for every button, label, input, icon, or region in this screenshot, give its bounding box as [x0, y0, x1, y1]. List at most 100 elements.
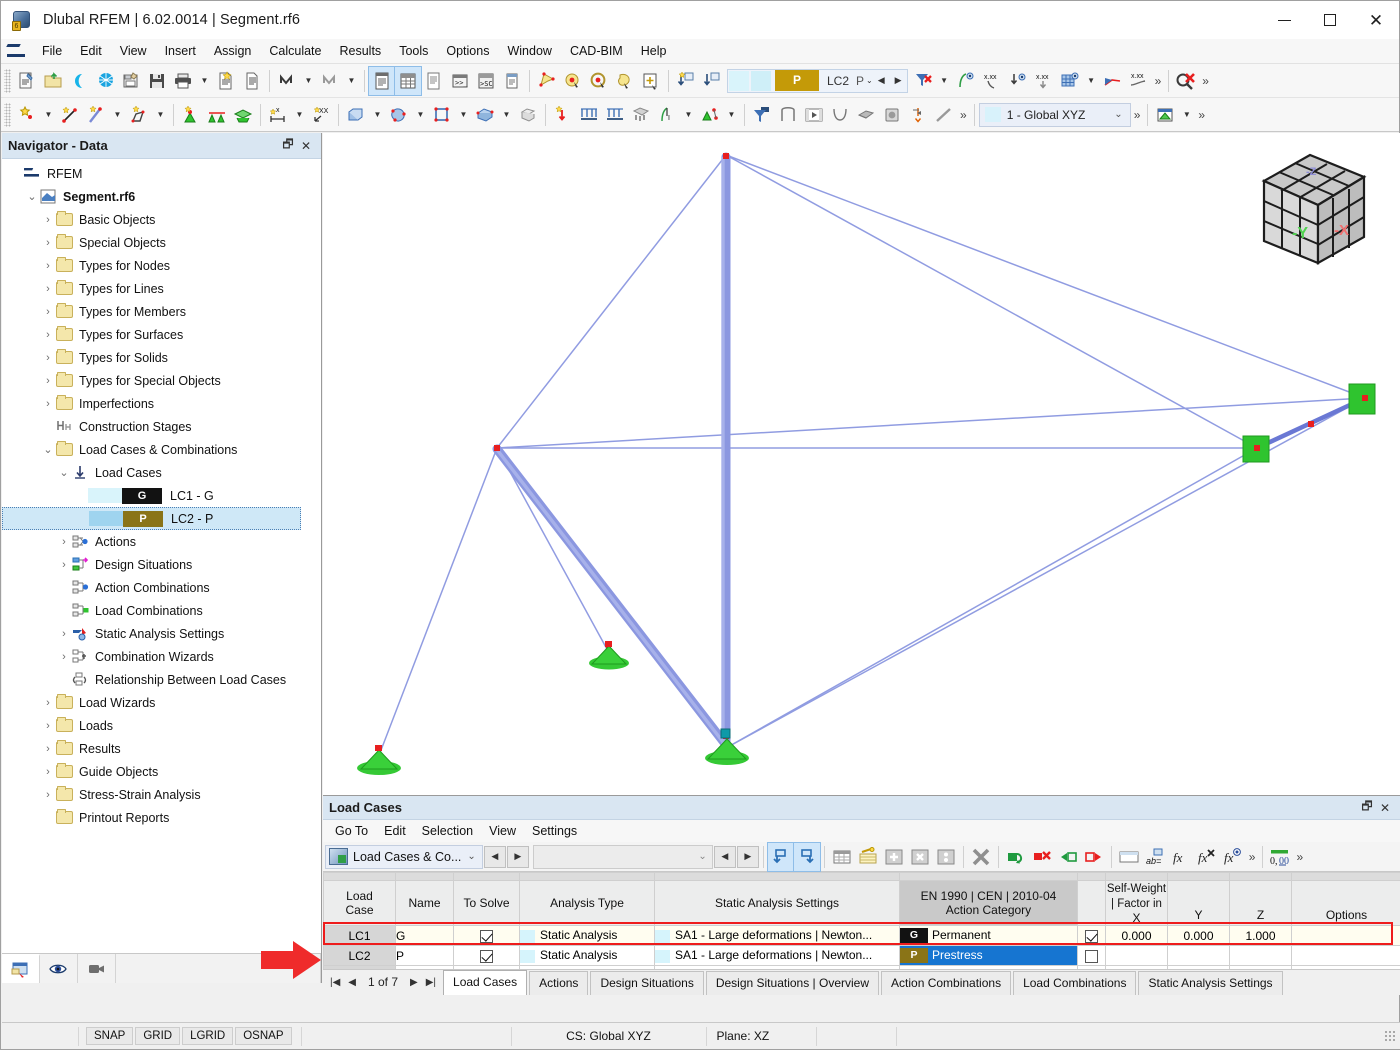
tab-views-navigator[interactable]: [78, 954, 116, 983]
select-plus-icon[interactable]: [638, 67, 664, 95]
tree-item-action-combinations[interactable]: Action Combinations: [2, 576, 321, 599]
new-surface-support-icon[interactable]: [230, 101, 256, 129]
decimal-places-icon[interactable]: 0, 00: [1267, 843, 1293, 871]
new-line-support-icon[interactable]: [204, 101, 230, 129]
toggle-osnap[interactable]: OSNAP: [235, 1027, 292, 1045]
tab-actions[interactable]: Actions: [529, 971, 589, 995]
table-rename-icon[interactable]: ab=: [1142, 843, 1168, 871]
tree-item-types-for-lines[interactable]: › Types for Lines: [2, 277, 321, 300]
new-nodal-support-icon[interactable]: [178, 101, 204, 129]
cell-self-weight-active[interactable]: [1077, 925, 1106, 946]
tab-static-analysis-settings[interactable]: Static Analysis Settings: [1138, 971, 1283, 995]
dimension-icon[interactable]: x: [265, 101, 291, 129]
new-report-icon[interactable]: [213, 67, 239, 95]
tree-item-load-combinations[interactable]: Load Combinations: [2, 599, 321, 622]
chevron-right-icon[interactable]: ›: [40, 237, 56, 249]
menu-go-to[interactable]: Go To: [327, 822, 376, 840]
tree-item-types-for-surfaces[interactable]: › Types for Surfaces: [2, 323, 321, 346]
work-plane-caret[interactable]: ▼: [1178, 101, 1195, 129]
tab-data-navigator[interactable]: [2, 954, 40, 983]
cell-static-analysis-settings[interactable]: SA1 - Large deformations | Newton...: [654, 925, 900, 946]
toolbar-grip-2[interactable]: [4, 102, 11, 127]
tree-item-load-cases-combinations[interactable]: ⌄ Load Cases & Combinations: [2, 438, 321, 461]
table-category-combo[interactable]: Load Cases & Co... ⌄: [325, 844, 483, 869]
table-move-right-icon[interactable]: [1081, 843, 1107, 871]
new-solid-icon[interactable]: [386, 101, 412, 129]
tab-design-situations[interactable]: Design Situations: [590, 971, 704, 995]
col-header-analysis-type[interactable]: Analysis Type: [519, 880, 655, 926]
chevron-down-icon[interactable]: ⌄: [866, 76, 873, 85]
chevron-right-icon[interactable]: ›: [40, 329, 56, 341]
cell-self-weight-active[interactable]: [1077, 945, 1106, 966]
table-view-grid-icon[interactable]: [829, 843, 855, 871]
formula-show-icon[interactable]: fx: [1220, 843, 1246, 871]
tree-item-types-for-solids[interactable]: › Types for Solids: [2, 346, 321, 369]
chevron-down-icon[interactable]: ⌄: [698, 851, 711, 862]
print-dropdown-caret[interactable]: ▼: [196, 67, 213, 95]
filter-clear-icon[interactable]: [910, 67, 936, 95]
chevron-right-icon[interactable]: ›: [40, 352, 56, 364]
cell-empty[interactable]: [899, 965, 1078, 969]
minimize-button[interactable]: [1261, 1, 1307, 39]
clipping-box-icon[interactable]: [775, 101, 801, 129]
new-model-icon[interactable]: [14, 67, 40, 95]
to-solve-checkbox[interactable]: [480, 929, 493, 943]
dlubal-center-icon[interactable]: [66, 67, 92, 95]
cell-sw-y[interactable]: [1167, 945, 1230, 966]
filmstrip-icon[interactable]: [801, 101, 827, 129]
new-member-load-icon[interactable]: [602, 101, 628, 129]
chevron-right-icon[interactable]: ›: [40, 789, 56, 801]
navigator-panel-icon[interactable]: [368, 65, 396, 96]
navigation-cube[interactable]: -Y -X -Z: [1248, 145, 1378, 281]
lc-next-button[interactable]: ▶: [890, 75, 907, 86]
table-category-prev-button[interactable]: ◀: [483, 845, 506, 868]
tree-item-types-for-members[interactable]: › Types for Members: [2, 300, 321, 323]
cell-empty[interactable]: [1105, 965, 1168, 969]
chevron-right-icon[interactable]: ›: [56, 651, 72, 663]
tree-item-load-wizards[interactable]: › Load Wizards: [2, 691, 321, 714]
select-special-icon[interactable]: [586, 67, 612, 95]
table-refresh-green-icon[interactable]: [1003, 843, 1029, 871]
cell-empty[interactable]: [1077, 965, 1106, 969]
cell-empty[interactable]: [1291, 965, 1400, 969]
close-icon[interactable]: ✕: [1376, 801, 1394, 815]
new-solid-caret[interactable]: ▼: [412, 101, 429, 129]
coordinate-system-combo[interactable]: 1 - Global XYZ ⌄: [978, 102, 1131, 127]
next-page-button[interactable]: ▶: [406, 977, 422, 988]
tab-load-cases[interactable]: Load Cases: [443, 970, 528, 995]
table-list-icon[interactable]: [421, 67, 447, 95]
open-folder-icon[interactable]: [40, 67, 66, 95]
cell-static-analysis-settings[interactable]: SA1 - Large deformations | Newton...: [654, 945, 900, 966]
table-toolbar-overflow-chevron-2[interactable]: »: [1293, 850, 1306, 864]
tree-item-actions[interactable]: › Actions: [2, 530, 321, 553]
new-member-caret[interactable]: ▼: [109, 101, 126, 129]
table-subcategory-combo[interactable]: ⌄: [532, 844, 713, 869]
prev-page-button[interactable]: ◀: [344, 977, 360, 988]
new-polyline-icon[interactable]: [126, 101, 152, 129]
new-support-set-icon[interactable]: [697, 101, 723, 129]
col-header-load-case[interactable]: Load Case: [323, 880, 396, 926]
tree-item-imperfections[interactable]: › Imperfections: [2, 392, 321, 415]
table-category-next-button[interactable]: ▶: [506, 845, 529, 868]
menu-file[interactable]: File: [33, 41, 71, 61]
new-surface-set-caret[interactable]: ▼: [498, 101, 515, 129]
formula-delete-icon[interactable]: fx: [1194, 843, 1220, 871]
cell-name[interactable]: P: [395, 945, 454, 966]
filter-caret[interactable]: ▼: [936, 67, 953, 95]
imperfection-caret[interactable]: ▼: [680, 101, 697, 129]
menu-results[interactable]: Results: [331, 41, 391, 61]
cell-to-solve[interactable]: [453, 945, 520, 966]
cs-overflow-chevron[interactable]: »: [1131, 108, 1144, 122]
table-blank-row-icon[interactable]: [1116, 843, 1142, 871]
tab-design-situations-overview[interactable]: Design Situations | Overview: [705, 971, 880, 995]
col-header-sw-x[interactable]: Self-Weight | Factor in X: [1105, 880, 1168, 926]
table-sub-prev-button[interactable]: ◀: [713, 845, 736, 868]
tree-item-basic-objects[interactable]: › Basic Objects: [2, 208, 321, 231]
new-surface-load-icon[interactable]: [628, 101, 654, 129]
cell-empty[interactable]: [654, 965, 900, 969]
new-opening-caret[interactable]: ▼: [455, 101, 472, 129]
cell-sw-y[interactable]: 0.000: [1167, 925, 1230, 946]
chevron-down-icon[interactable]: ⌄: [56, 466, 72, 479]
col-header-self-weight-active[interactable]: [1077, 880, 1106, 926]
new-node-icon[interactable]: [14, 101, 40, 129]
